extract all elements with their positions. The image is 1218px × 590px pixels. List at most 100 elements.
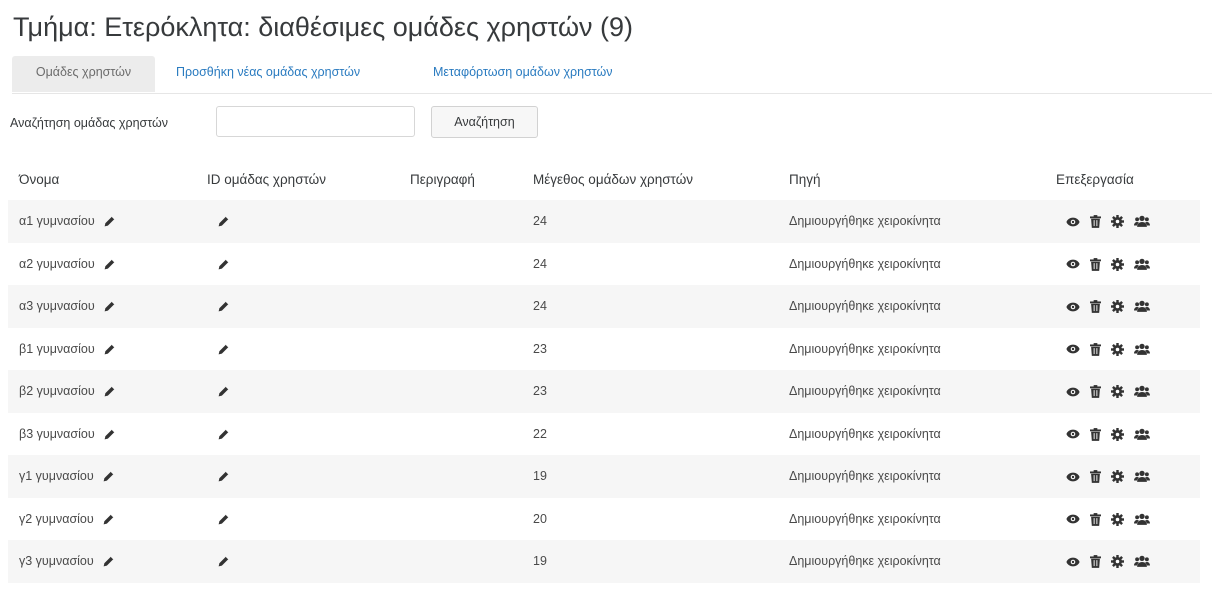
trash-icon[interactable] [1090,512,1101,526]
pencil-icon[interactable] [217,343,230,356]
gear-icon[interactable] [1111,215,1124,229]
pencil-icon[interactable] [103,215,116,228]
gear-icon[interactable] [1111,427,1124,441]
cell-description [410,540,533,583]
eye-icon[interactable] [1066,301,1080,313]
eye-icon[interactable] [1066,428,1080,440]
cell-name: α1 γυμνασίου [8,200,207,243]
tab-add-cohort[interactable]: Προσθήκη νέας ομάδας χρηστών [176,56,360,92]
pencil-icon[interactable] [103,258,116,271]
pencil-icon[interactable] [103,300,116,313]
table-row: α1 γυμνασίου 24 Δημιουργήθηκε χειροκίνητα [8,200,1200,243]
pencil-icon[interactable] [217,258,230,271]
eye-icon[interactable] [1066,216,1080,228]
users-icon[interactable] [1134,385,1150,398]
table-row: α3 γυμνασίου 24 Δημιουργήθηκε χειροκίνητα [8,285,1200,328]
trash-icon[interactable] [1090,300,1101,314]
cell-description [410,413,533,456]
users-icon[interactable] [1134,258,1150,271]
eye-icon[interactable] [1066,556,1080,568]
cell-source: Δημιουργήθηκε χειροκίνητα [789,256,941,271]
cell-idnumber [207,243,410,286]
cell-description [410,328,533,371]
pencil-icon[interactable] [217,215,230,228]
users-icon[interactable] [1134,343,1150,356]
pencil-icon[interactable] [217,555,230,568]
pencil-icon[interactable] [217,300,230,313]
cell-source: Δημιουργήθηκε χειροκίνητα [789,341,941,356]
pencil-icon[interactable] [217,470,230,483]
eye-icon[interactable] [1066,258,1080,270]
pencil-icon[interactable] [217,385,230,398]
eye-icon[interactable] [1066,386,1080,398]
table-row: γ2 γυμνασίου 20 Δημιουργήθηκε χειροκίνητα [8,498,1200,541]
eye-icon[interactable] [1066,471,1080,483]
cohorts-table: Όνομα ID ομάδας χρηστών Περιγραφή Μέγεθο… [8,158,1200,583]
cell-idnumber [207,285,410,328]
header-name: Όνομα [19,171,60,187]
cell-name: β1 γυμνασίου [8,328,207,371]
cell-source: Δημιουργήθηκε χειροκίνητα [789,511,941,526]
pencil-icon[interactable] [102,513,115,526]
gear-icon[interactable] [1111,512,1124,526]
cell-actions [1056,285,1200,328]
gear-icon[interactable] [1111,257,1124,271]
page-title: Τμήμα: Ετερόκλητα: διαθέσιμες ομάδες χρη… [13,12,634,42]
trash-icon[interactable] [1090,555,1101,569]
pencil-icon[interactable] [103,343,116,356]
search-input[interactable] [216,106,415,137]
tab-cohorts[interactable]: Ομάδες χρηστών [12,56,155,92]
eye-icon[interactable] [1066,343,1080,355]
trash-icon[interactable] [1090,385,1101,399]
cell-description [410,370,533,413]
cell-idnumber [207,328,410,371]
table-row: β3 γυμνασίου 22 Δημιουργήθηκε χειροκίνητα [8,413,1200,456]
cell-source: Δημιουργήθηκε χειροκίνητα [789,200,1056,243]
cell-source: Δημιουργήθηκε χειροκίνητα [789,285,1056,328]
cell-description [410,285,533,328]
users-icon[interactable] [1134,300,1150,313]
search-button[interactable]: Αναζήτηση [431,106,538,138]
cell-size: 20 [533,511,547,526]
cell-description [410,243,533,286]
gear-icon[interactable] [1111,300,1124,314]
pencil-icon[interactable] [102,555,115,568]
cell-size: 23 [533,370,789,413]
users-icon[interactable] [1134,428,1150,441]
cohort-name: β3 γυμνασίου [19,426,95,441]
gear-icon[interactable] [1111,342,1124,356]
trash-icon[interactable] [1090,427,1101,441]
users-icon[interactable] [1134,513,1150,526]
cell-name: α3 γυμνασίου [8,285,207,328]
table-row: α2 γυμνασίου 24 Δημιουργήθηκε χειροκίνητα [8,243,1200,286]
users-icon[interactable] [1134,215,1150,228]
tab-upload-cohorts[interactable]: Μεταφόρτωση ομάδων χρηστών [433,56,613,92]
users-icon[interactable] [1134,555,1150,568]
table-row: β1 γυμνασίου 23 Δημιουργήθηκε χειροκίνητα [8,328,1200,371]
cell-size: 19 [533,540,789,583]
table-row: γ3 γυμνασίου 19 Δημιουργήθηκε χειροκίνητα [8,540,1200,583]
cell-description [410,498,533,541]
gear-icon[interactable] [1111,385,1124,399]
cell-idnumber [207,498,410,541]
users-icon[interactable] [1134,470,1150,483]
cell-idnumber [207,540,410,583]
pencil-icon[interactable] [103,385,116,398]
cohort-name: α3 γυμνασίου [19,299,95,314]
cell-idnumber [207,413,410,456]
gear-icon[interactable] [1111,470,1124,484]
trash-icon[interactable] [1090,257,1101,271]
pencil-icon[interactable] [102,470,115,483]
trash-icon[interactable] [1090,215,1101,229]
cell-actions [1056,370,1200,413]
gear-icon[interactable] [1111,555,1124,569]
pencil-icon[interactable] [217,428,230,441]
pencil-icon[interactable] [103,428,116,441]
trash-icon[interactable] [1090,470,1101,484]
trash-icon[interactable] [1090,342,1101,356]
cell-source: Δημιουργήθηκε χειροκίνητα [789,540,1056,583]
pencil-icon[interactable] [217,513,230,526]
cell-description [410,200,533,243]
cohort-name: γ2 γυμνασίου [19,511,94,526]
eye-icon[interactable] [1066,513,1080,525]
